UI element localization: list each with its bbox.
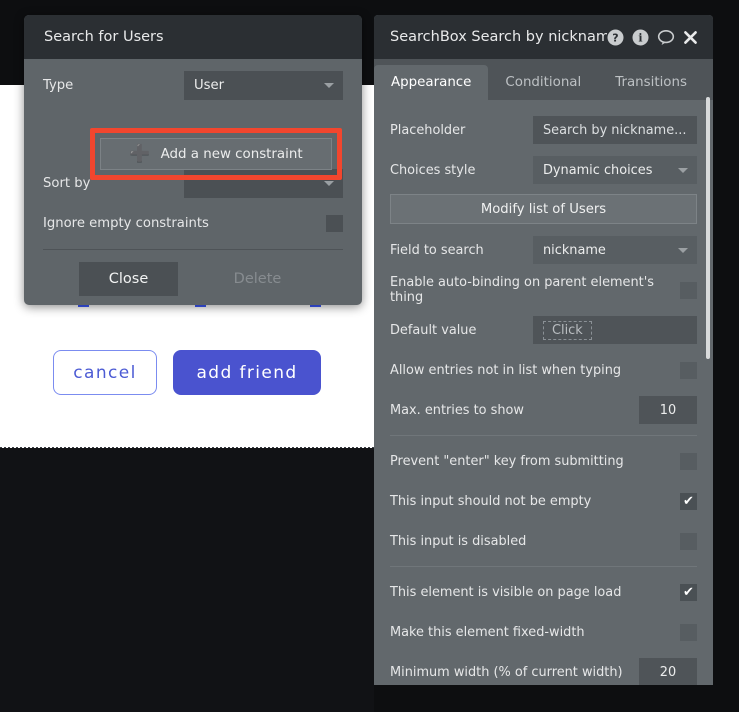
row-allow-entries: Allow entries not in list when typing	[390, 350, 697, 390]
allow-entries-label: Allow entries not in list when typing	[390, 362, 622, 378]
max-entries-label: Max. entries to show	[390, 402, 524, 418]
panel-header: SearchBox Search by nickname.. ? i	[374, 15, 713, 59]
default-value-value: Click	[543, 320, 592, 340]
panel-body: Placeholder Search by nickname... Choice…	[374, 100, 713, 685]
min-width-input[interactable]: 20	[639, 658, 697, 685]
tab-appearance[interactable]: Appearance	[374, 65, 489, 100]
check-icon: ✔	[683, 493, 694, 509]
row-prevent-enter: Prevent "enter" key from submitting	[390, 441, 697, 481]
fixed-width-checkbox[interactable]	[680, 623, 697, 641]
row-fixed-width: Make this element fixed-width	[390, 612, 697, 652]
add-new-constraint-button[interactable]: ➕ Add a new constraint	[100, 138, 332, 170]
property-editor-panel: SearchBox Search by nickname.. ? i Appea…	[374, 15, 713, 685]
cancel-button[interactable]: cancel	[53, 350, 157, 395]
modify-list-of-users-button[interactable]: Modify list of Users	[390, 194, 697, 224]
panel-divider-2	[390, 566, 697, 567]
add-constraint-label: Add a new constraint	[160, 146, 303, 162]
tab-transitions[interactable]: Transitions	[598, 65, 704, 100]
not-empty-checkbox[interactable]: ✔	[680, 492, 697, 510]
close-icon[interactable]	[682, 29, 699, 46]
choices-style-select[interactable]: Dynamic choices	[533, 156, 697, 184]
dialog-body: Type User Sort by Ignore empty constrain…	[24, 59, 362, 305]
fixed-width-label: Make this element fixed-width	[390, 624, 585, 640]
row-not-empty: This input should not be empty ✔	[390, 481, 697, 521]
info-icon[interactable]: i	[632, 29, 649, 46]
type-select[interactable]: User	[184, 70, 343, 100]
svg-text:?: ?	[612, 31, 618, 44]
default-value-input[interactable]: Click	[533, 316, 697, 344]
plus-icon: ➕	[129, 143, 151, 164]
row-auto-binding: Enable auto-binding on parent element's …	[390, 270, 697, 310]
disabled-checkbox[interactable]	[680, 532, 697, 550]
max-entries-input[interactable]: 10	[639, 396, 697, 424]
field-to-search-select[interactable]: nickname	[533, 236, 697, 264]
row-field-to-search: Field to search nickname	[390, 230, 697, 270]
check-icon: ✔	[683, 584, 694, 600]
choices-style-value: Dynamic choices	[543, 162, 653, 178]
prevent-enter-label: Prevent "enter" key from submitting	[390, 453, 624, 469]
panel-title: SearchBox Search by nickname..	[390, 29, 607, 45]
dialog-title: Search for Users	[44, 29, 164, 45]
type-label: Type	[43, 77, 74, 93]
visible-on-load-label: This element is visible on page load	[390, 584, 622, 600]
page-footer-section	[0, 448, 374, 712]
min-width-label: Minimum width (% of current width)	[390, 664, 623, 680]
help-icon[interactable]: ?	[607, 29, 624, 46]
row-visible-on-load: This element is visible on page load ✔	[390, 572, 697, 612]
chevron-down-icon	[324, 83, 334, 88]
search-for-users-dialog: Search for Users Type User Sort by Ignor…	[24, 15, 362, 305]
chevron-down-icon	[678, 248, 688, 253]
prevent-enter-checkbox[interactable]	[680, 452, 697, 470]
not-empty-label: This input should not be empty	[390, 493, 592, 509]
placeholder-label: Placeholder	[390, 122, 466, 138]
dialog-footer: Close Delete	[43, 250, 343, 305]
row-max-entries: Max. entries to show 10	[390, 390, 697, 430]
screen: cancel add friend Search for Users Type …	[0, 0, 739, 712]
comment-icon[interactable]	[657, 29, 675, 46]
row-placeholder: Placeholder Search by nickname...	[390, 110, 697, 150]
visible-on-load-checkbox[interactable]: ✔	[680, 583, 697, 601]
add-constraint-highlight: ➕ Add a new constraint	[90, 128, 342, 180]
row-choices-style: Choices style Dynamic choices	[390, 150, 697, 190]
panel-tabs: Appearance Conditional Transitions	[374, 59, 713, 100]
delete-button: Delete	[233, 270, 282, 287]
close-button[interactable]: Close	[79, 261, 178, 296]
row-min-width: Minimum width (% of current width) 20	[390, 652, 697, 685]
ignore-empty-checkbox[interactable]	[326, 214, 343, 232]
chevron-down-icon	[678, 168, 688, 173]
row-disabled: This input is disabled	[390, 521, 697, 561]
placeholder-input[interactable]: Search by nickname...	[533, 116, 697, 144]
disabled-label: This input is disabled	[390, 533, 527, 549]
type-select-value: User	[194, 77, 225, 93]
row-ignore-empty: Ignore empty constraints	[43, 203, 343, 243]
field-to-search-value: nickname	[543, 242, 606, 258]
add-friend-button[interactable]: add friend	[173, 350, 321, 395]
auto-binding-label: Enable auto-binding on parent element's …	[390, 275, 654, 305]
panel-divider-1	[390, 435, 697, 436]
default-value-label: Default value	[390, 322, 477, 338]
tab-conditional[interactable]: Conditional	[488, 65, 598, 100]
chevron-down-icon	[324, 181, 334, 186]
svg-text:i: i	[638, 31, 642, 44]
allow-entries-checkbox[interactable]	[680, 361, 697, 379]
field-to-search-label: Field to search	[390, 242, 484, 258]
row-type: Type User	[43, 59, 343, 111]
row-default-value: Default value Click	[390, 310, 697, 350]
dialog-header: Search for Users	[24, 15, 362, 59]
choices-style-label: Choices style	[390, 162, 476, 178]
placeholder-value: Search by nickname...	[543, 122, 687, 138]
auto-binding-checkbox[interactable]	[680, 281, 697, 299]
ignore-empty-label: Ignore empty constraints	[43, 215, 209, 231]
panel-header-icons: ? i	[607, 29, 699, 46]
page-action-buttons: cancel add friend	[0, 350, 374, 395]
panel-scrollbar[interactable]	[706, 97, 710, 359]
